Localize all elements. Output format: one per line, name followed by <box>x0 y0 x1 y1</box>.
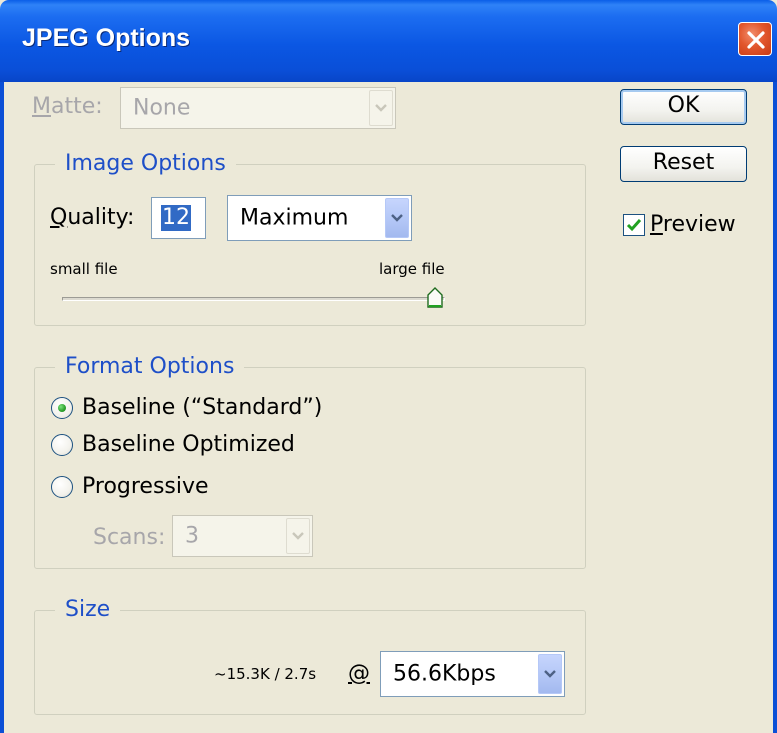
window-frame-left <box>0 82 4 733</box>
chevron-down-icon <box>391 214 403 222</box>
matte-value: None <box>133 95 191 121</box>
quality-value: 12 <box>161 205 191 231</box>
matte-select[interactable]: None <box>120 87 396 129</box>
size-legend: Size <box>55 597 121 622</box>
checkmark-icon <box>626 219 642 232</box>
progressive-label[interactable]: Progressive <box>82 474 209 499</box>
ok-button-label: OK <box>667 93 700 118</box>
quality-slider-thumb[interactable] <box>426 287 444 309</box>
quality-preset-select[interactable]: Maximum <box>227 195 412 241</box>
connection-speed-dropdown-button[interactable] <box>538 654 562 694</box>
format-options-legend: Format Options <box>55 354 245 379</box>
window-frame-right <box>773 82 777 733</box>
at-symbol-text: @ <box>348 661 370 686</box>
chevron-down-icon <box>375 104 387 112</box>
scans-value: 3 <box>185 523 199 549</box>
matte-dropdown-button[interactable] <box>369 90 393 126</box>
quality-label: Quality: <box>50 205 135 230</box>
at-symbol: @ <box>348 661 370 686</box>
radio-selected-dot <box>58 404 66 412</box>
preview-checkbox[interactable] <box>623 214 645 236</box>
reset-button[interactable]: Reset <box>620 146 747 182</box>
close-icon <box>747 31 765 49</box>
connection-speed-value: 56.6Kbps <box>393 661 496 687</box>
ok-button[interactable]: OK <box>620 89 747 125</box>
chevron-down-icon <box>292 532 304 540</box>
baseline-optimized-radio[interactable] <box>51 434 73 456</box>
quality-preset-dropdown-button[interactable] <box>385 198 409 238</box>
image-options-legend: Image Options <box>55 151 236 176</box>
chevron-down-icon <box>544 670 556 678</box>
baseline-optimized-label[interactable]: Baseline Optimized <box>82 432 295 457</box>
quality-input[interactable]: 12 <box>151 197 206 239</box>
scans-label: Scans: <box>93 525 166 550</box>
preview-label-text: review <box>662 212 736 237</box>
preview-label[interactable]: Preview <box>650 212 736 237</box>
close-button[interactable] <box>738 22 772 56</box>
window-title: JPEG Options <box>22 24 191 52</box>
baseline-standard-label[interactable]: Baseline (“Standard”) <box>82 395 322 420</box>
reset-button-label: Reset <box>652 150 715 175</box>
image-options-group: Image Options <box>34 151 586 326</box>
quality-label-text: uality: <box>67 205 135 230</box>
size-estimate: ~15.3K / 2.7s <box>214 665 317 683</box>
connection-speed-select[interactable]: 56.6Kbps <box>380 651 565 697</box>
progressive-radio[interactable] <box>51 476 73 498</box>
scans-dropdown-button[interactable] <box>286 518 310 554</box>
quality-preset-value: Maximum <box>240 205 349 231</box>
matte-label: Matte: <box>32 94 103 119</box>
matte-label-text: atte: <box>50 94 103 119</box>
slider-min-label: small file <box>50 260 118 278</box>
title-bar: JPEG Options <box>0 0 777 82</box>
slider-max-label: large file <box>379 260 445 278</box>
baseline-standard-radio[interactable] <box>51 397 73 419</box>
quality-slider-track[interactable] <box>62 297 445 301</box>
scans-select[interactable]: 3 <box>172 515 313 557</box>
